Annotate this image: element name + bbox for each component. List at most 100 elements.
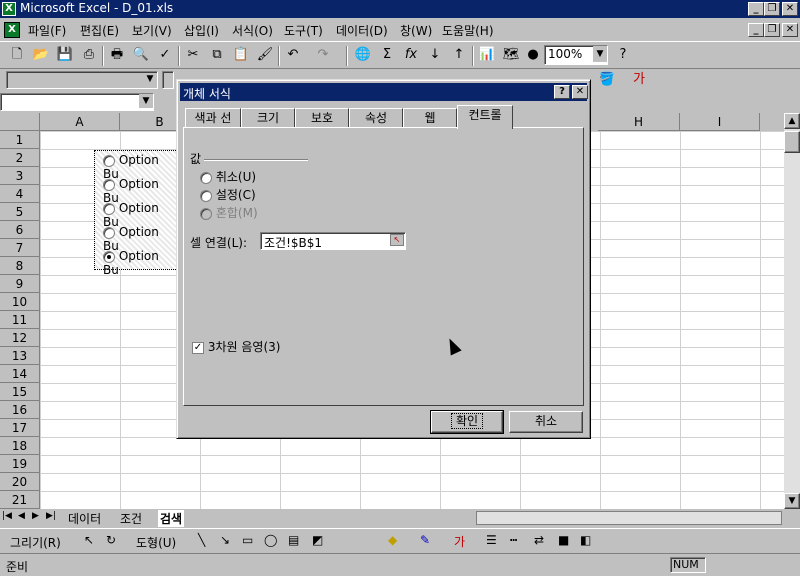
menu-insert[interactable]: 삽입(I) [184, 22, 219, 39]
vertical-scrollbar[interactable]: ▲ ▼ [784, 113, 800, 509]
namebox-dropdown-icon[interactable]: ▼ [139, 94, 153, 108]
fill-color-icon[interactable]: 🪣 [596, 69, 618, 91]
doc-minimize-button[interactable]: _ [748, 23, 764, 37]
row-header[interactable]: 21 [0, 491, 40, 509]
font-color-icon[interactable]: 가 [628, 69, 650, 91]
dialog-close-button[interactable]: ✕ [572, 85, 588, 99]
next-sheet-icon[interactable]: ▶ [32, 511, 39, 521]
line-color-icon[interactable]: ✎ [420, 533, 430, 547]
tab-protection[interactable]: 보호 [295, 108, 349, 128]
3d-shading-checkbox[interactable]: ✓ 3차원 음영(3) [192, 338, 280, 355]
option-buttons-group[interactable]: Option Bu Option Bu Option Bu Option Bu … [94, 150, 178, 277]
row-header[interactable]: 8 [0, 257, 40, 275]
row-header[interactable]: 5 [0, 203, 40, 221]
row-header[interactable]: 16 [0, 401, 40, 419]
column-header-h[interactable]: H [598, 113, 680, 131]
zoom-box[interactable]: 100% ▼ [544, 45, 608, 65]
option-button-5[interactable]: Option Bu [103, 249, 177, 277]
redo-icon[interactable]: ↷ [312, 44, 334, 66]
menu-tools[interactable]: 도구(T) [284, 22, 323, 39]
wordart-icon[interactable]: ◩ [312, 533, 323, 547]
paste-icon[interactable]: 📋 [230, 44, 252, 66]
doc-close-button[interactable]: ✕ [782, 23, 798, 37]
function-icon[interactable]: fx [400, 44, 422, 66]
prev-sheet-icon[interactable]: ◀ [18, 511, 25, 521]
sheet-tab-search[interactable]: 검색 [158, 510, 185, 527]
collapse-dialog-icon[interactable]: ↖ [390, 234, 404, 246]
free-rotate-icon[interactable]: ↻ [106, 533, 116, 547]
row-header[interactable]: 18 [0, 437, 40, 455]
row-header[interactable]: 19 [0, 455, 40, 473]
oval-icon[interactable]: ◯ [264, 533, 277, 547]
menu-window[interactable]: 창(W) [400, 22, 432, 39]
row-header[interactable]: 20 [0, 473, 40, 491]
scroll-down-button[interactable]: ▼ [784, 493, 800, 509]
menu-file[interactable]: 파일(F) [28, 22, 66, 39]
hyperlink-icon[interactable]: 🌐 [352, 44, 374, 66]
save-icon[interactable]: 💾 [54, 44, 76, 66]
restore-button[interactable]: ❐ [764, 2, 780, 16]
close-button[interactable]: ✕ [782, 2, 798, 16]
print-icon[interactable]: 🖶 [106, 44, 128, 66]
autoshapes-menu[interactable]: 도형(U) [136, 534, 176, 551]
new-icon[interactable]: 🗋 [6, 44, 28, 66]
draw-menu[interactable]: 그리기(R) [10, 534, 61, 551]
row-header[interactable]: 4 [0, 185, 40, 203]
spelling-icon[interactable]: ✓ [154, 44, 176, 66]
column-header-a[interactable]: A [40, 113, 120, 131]
row-header[interactable]: 1 [0, 131, 40, 149]
row-header[interactable]: 2 [0, 149, 40, 167]
sort-descending-icon[interactable]: ↑ [448, 44, 470, 66]
cut-icon[interactable]: ✂ [182, 44, 204, 66]
cancel-button[interactable]: 취소 [509, 411, 583, 433]
scroll-thumb[interactable] [784, 131, 800, 153]
map-icon[interactable]: 🗺 [500, 44, 522, 66]
arrow-style-icon[interactable]: ⇄ [534, 533, 544, 547]
menu-help[interactable]: 도움말(H) [442, 22, 494, 39]
help-icon[interactable]: ? [612, 44, 634, 66]
autosum-icon[interactable]: Σ [376, 44, 398, 66]
column-header-i[interactable]: I [680, 113, 760, 131]
radio-unchecked[interactable]: 취소(U) [200, 168, 256, 185]
menu-format[interactable]: 서식(O) [232, 22, 273, 39]
menu-edit[interactable]: 편집(E) [80, 22, 119, 39]
line-style-icon[interactable]: ☰ [486, 533, 497, 547]
menu-data[interactable]: 데이터(D) [336, 22, 388, 39]
print-preview-icon[interactable]: 🔍 [130, 44, 152, 66]
sheet-tab-data[interactable]: 데이터 [68, 510, 101, 527]
font-name-box[interactable]: ▼ [6, 71, 158, 89]
drawing-icon[interactable]: ● [522, 44, 544, 66]
first-sheet-icon[interactable]: |◀ [2, 511, 12, 521]
row-header[interactable]: 14 [0, 365, 40, 383]
shadow-icon[interactable]: ■ [558, 533, 569, 547]
tab-properties[interactable]: 속성 [349, 108, 403, 128]
name-box[interactable]: ▼ [0, 93, 154, 111]
fill-color-draw-icon[interactable]: ◆ [388, 533, 397, 547]
minimize-button[interactable]: _ [748, 2, 764, 16]
workbook-icon[interactable]: X [4, 22, 20, 38]
row-header[interactable]: 15 [0, 383, 40, 401]
tab-colors-lines[interactable]: 색과 선 [185, 108, 241, 128]
open-icon[interactable]: 📂 [30, 44, 52, 66]
scroll-up-button[interactable]: ▲ [784, 113, 800, 129]
last-sheet-icon[interactable]: ▶| [46, 511, 56, 521]
doc-restore-button[interactable]: ❐ [764, 23, 780, 37]
rectangle-icon[interactable]: ▭ [242, 533, 253, 547]
textbox-icon[interactable]: ▤ [288, 533, 299, 547]
undo-icon[interactable]: ↶ [282, 44, 304, 66]
row-header[interactable]: 13 [0, 347, 40, 365]
format-painter-icon[interactable]: 🖌 [254, 44, 276, 66]
sort-ascending-icon[interactable]: ↓ [424, 44, 446, 66]
tab-size[interactable]: 크기 [241, 108, 295, 128]
row-header[interactable]: 6 [0, 221, 40, 239]
chart-wizard-icon[interactable]: 📊 [476, 44, 498, 66]
3d-icon[interactable]: ◧ [580, 533, 591, 547]
select-all-corner[interactable] [0, 113, 40, 131]
row-header[interactable]: 17 [0, 419, 40, 437]
arrow-icon[interactable]: ↘ [220, 533, 230, 547]
select-objects-icon[interactable]: ↖ [84, 533, 94, 547]
row-header[interactable]: 12 [0, 329, 40, 347]
row-header[interactable]: 10 [0, 293, 40, 311]
dialog-help-button[interactable]: ? [554, 85, 570, 99]
permission-icon[interactable]: ⎙ [78, 44, 100, 66]
